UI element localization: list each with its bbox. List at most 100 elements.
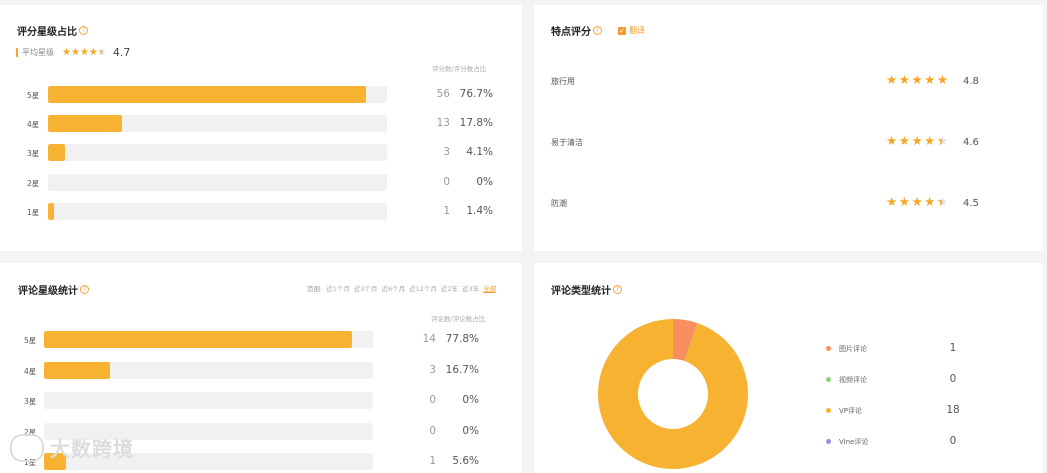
rating-bar-track: [48, 202, 387, 220]
rating-bar-percent: 4.1%: [466, 146, 493, 159]
feature-value: 4.6: [963, 137, 979, 148]
rating-bar-row: 2星 0 0%: [0, 173, 522, 192]
review-bar-percent: 0%: [462, 424, 479, 437]
review-stats-title-text: 评论星级统计: [18, 286, 78, 297]
rating-bar-label: 1星: [27, 207, 40, 217]
review-bar-count: 0: [429, 394, 436, 406]
feature-stars: ★★★★★★: [886, 133, 950, 148]
rating-bar-track: [48, 115, 387, 133]
review-bar-label: 4星: [24, 366, 37, 376]
legend-item: VP评论 18: [826, 404, 1026, 417]
feature-value: 4.8: [963, 76, 979, 87]
feature-rating-row: 旅行用 ★ ★ ★ ★ ★ 4.8: [534, 72, 1043, 89]
feature-label: 旅行用: [551, 77, 575, 86]
rating-bar-percent: 17.8%: [459, 117, 493, 130]
rating-bar-count: 56: [436, 88, 450, 100]
feature-stars: ★ ★ ★ ★ ★: [886, 72, 950, 87]
review-bar-row: 4星 3 16.7%: [0, 361, 522, 380]
rating-bar-fill: [48, 86, 366, 103]
rating-bar-track: [48, 173, 387, 191]
star-icon: ★: [924, 72, 936, 87]
range-option[interactable]: 近2年: [441, 283, 458, 293]
star-icon: ★: [911, 133, 923, 148]
rating-bar-fill: [48, 202, 54, 220]
review-bar-percent: 16.7%: [445, 363, 479, 376]
review-bar-count: 1: [429, 455, 436, 467]
star-icon: ★: [911, 194, 923, 209]
help-icon[interactable]: ?: [613, 285, 622, 294]
star-icon: ★: [79, 46, 89, 58]
rating-bar-row: 4星 13 17.8%: [0, 115, 522, 133]
rating-bar-label: 3星: [27, 149, 40, 159]
star-icon: ★: [911, 72, 923, 87]
range-option[interactable]: 近6个月: [381, 283, 405, 293]
star-icon: ★: [886, 194, 898, 209]
review-bar-track: [44, 331, 373, 348]
donut-slice[interactable]: [598, 319, 748, 469]
rating-bar-label: 4星: [27, 120, 40, 130]
review-bar-count: 3: [429, 363, 436, 376]
legend-value: 0: [949, 435, 957, 447]
legend-label: Vine评论: [839, 438, 869, 446]
review-bar-fill: [44, 361, 110, 379]
rating-bar-count: 0: [443, 175, 450, 188]
range-option[interactable]: 近12个月: [409, 283, 437, 293]
range-option[interactable]: 近3年: [462, 283, 479, 293]
star-icon: ★: [886, 133, 898, 148]
translate-checkbox[interactable]: ✓: [618, 26, 626, 35]
rating-bar-row: 5星 56 76.7%: [0, 86, 522, 104]
rating-bar-label: 2星: [27, 178, 40, 188]
legend-dot-icon: [826, 346, 831, 351]
star-half-icon: ★★: [97, 46, 107, 58]
help-icon[interactable]: ?: [80, 285, 89, 294]
rating-bar-percent: 0%: [476, 175, 493, 188]
range-option[interactable]: 近3个月: [354, 283, 378, 293]
watermark: 大数跨境: [10, 433, 134, 462]
rating-bar-label: 5星: [27, 91, 40, 100]
star-icon: ★: [898, 133, 910, 148]
feature-rating-card: 特点评分 ? ✓ 翻译 旅行用★★★★★4.8易于清洁★★★★★★4.6防潮★★…: [534, 5, 1043, 251]
time-range-selector: 范围: 近1个月 近3个月 近6个月 近12个月 近2年 近3年 全部: [307, 283, 496, 293]
rating-bar-count: 13: [436, 117, 450, 130]
average-rating-value: 4.7: [112, 46, 131, 59]
star-icon: ★: [62, 46, 71, 58]
review-bar-percent: 5.6%: [452, 455, 479, 467]
feature-rating-title-text: 特点评分: [551, 27, 591, 38]
review-bar-track: [44, 392, 373, 409]
rating-bar-track: [48, 86, 387, 103]
review-bar-percent: 0%: [462, 394, 479, 406]
star-icon: ★: [70, 46, 80, 58]
legend-value: 18: [946, 404, 960, 416]
legend-label: 视频评论: [839, 376, 867, 384]
legend-label: VP评论: [839, 407, 863, 415]
review-bar-count: 14: [422, 333, 436, 345]
star-half-icon: ★★: [936, 194, 949, 209]
help-icon[interactable]: ?: [593, 26, 602, 35]
review-stats-title: 评论星级统计 ?: [18, 282, 89, 297]
average-rating-label: 平均星级: [22, 48, 54, 57]
star-icon: ★: [924, 133, 936, 148]
review-bar-row: 3星 0 0%: [0, 392, 522, 410]
review-type-title-text: 评论类型统计: [551, 286, 611, 297]
star-icon: ★: [886, 72, 898, 87]
rating-bar-fill: [48, 115, 122, 133]
rating-distribution-title-text: 评分星级占比: [17, 27, 77, 38]
review-bar-percent: 77.8%: [445, 333, 479, 345]
review-bar-track: [44, 361, 373, 379]
range-option[interactable]: 近1个月: [326, 283, 350, 293]
feature-rating-title: 特点评分 ? ✓ 翻译: [551, 23, 645, 38]
average-marker: [16, 48, 18, 57]
review-type-card: 评论类型统计 ? 图片评论 1 视频评论 0 VP评论 18 Vine评论 0: [534, 263, 1043, 473]
translate-label[interactable]: 翻译: [629, 25, 645, 36]
watermark-text: 大数跨境: [50, 437, 134, 461]
rating-bar-percent: 1.4%: [466, 204, 493, 217]
review-column-header: 评论数/评论数占比: [431, 315, 486, 323]
rating-bar-count: 1: [443, 204, 450, 217]
average-rating-stars: ★★★★★★: [62, 46, 107, 58]
range-option[interactable]: 全部: [483, 283, 496, 293]
watermark-logo-icon: [10, 433, 44, 462]
review-bar-fill: [44, 331, 353, 348]
help-icon[interactable]: ?: [79, 26, 88, 35]
star-icon: ★: [924, 194, 936, 209]
legend-label: 图片评论: [839, 345, 867, 353]
